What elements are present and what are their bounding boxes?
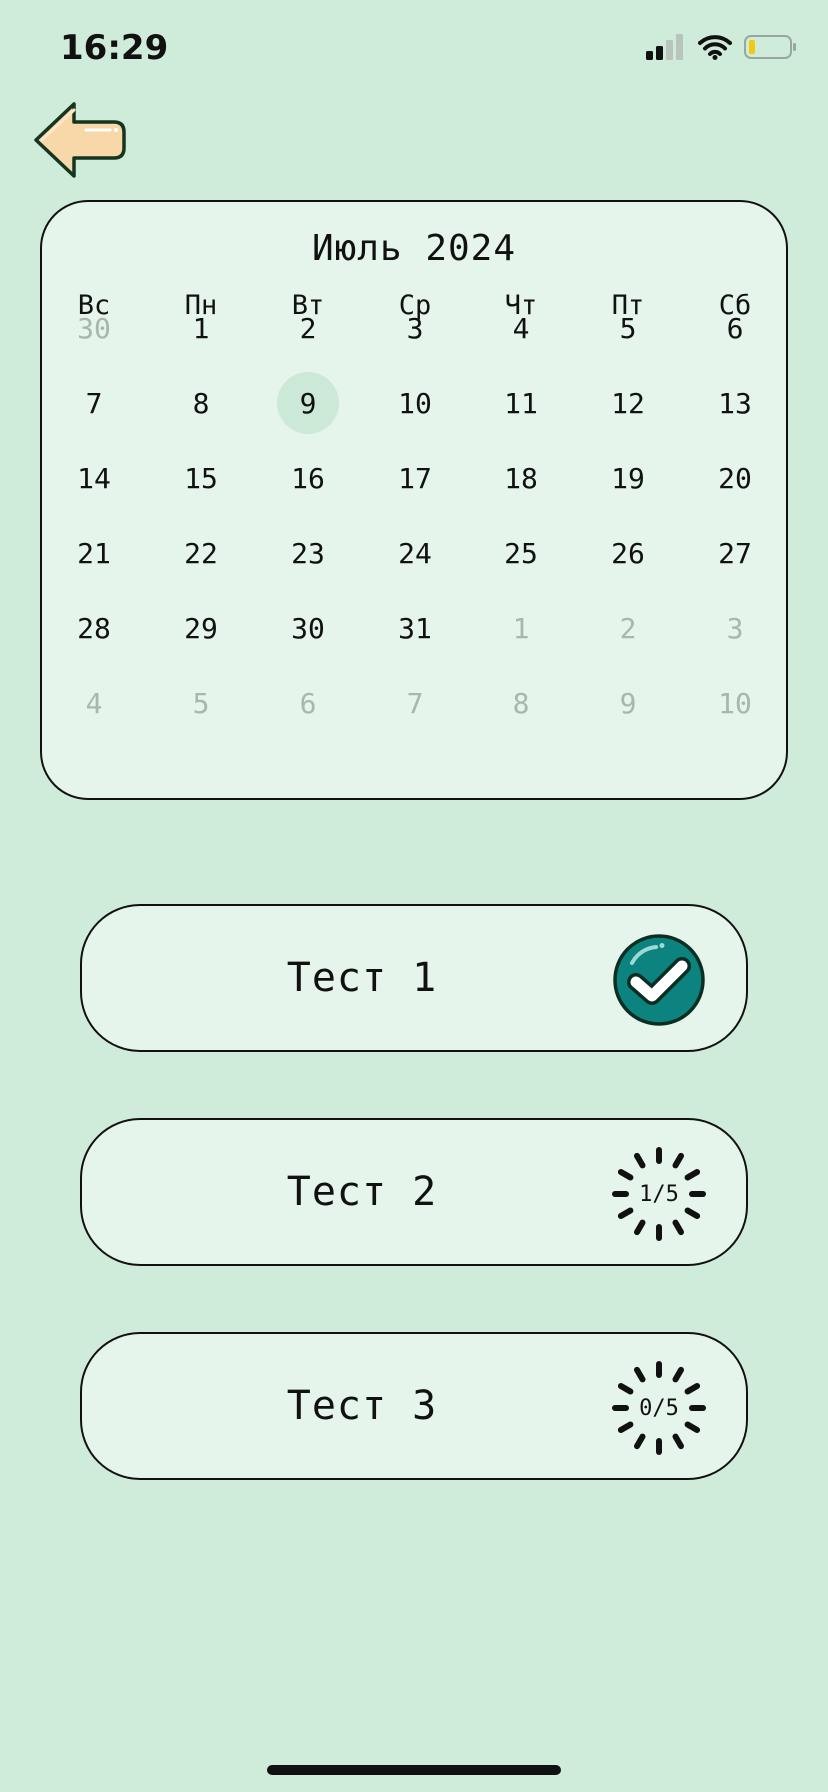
back-button[interactable] — [32, 100, 128, 180]
calendar-day[interactable]: 6 — [704, 297, 766, 359]
calendar-day[interactable]: 16 — [277, 447, 339, 509]
calendar-day[interactable]: 10 — [384, 372, 446, 434]
calendar-day[interactable]: 13 — [704, 372, 766, 434]
status-bar: 16:29 — [0, 0, 828, 100]
status-icons — [646, 34, 798, 60]
calendar-day[interactable]: 18 — [490, 447, 552, 509]
calendar-day-outside-month[interactable]: 4 — [63, 672, 125, 734]
battery-icon — [744, 35, 796, 59]
calendar-day-selected[interactable]: 9 — [277, 372, 339, 434]
calendar-day[interactable]: 27 — [704, 522, 766, 584]
back-arrow-icon — [34, 102, 126, 178]
calendar-day[interactable]: 20 — [704, 447, 766, 509]
test-label: Тест 2 — [286, 1169, 438, 1215]
calendar-day-outside-month[interactable]: 9 — [597, 672, 659, 734]
calendar-day[interactable]: 3 — [384, 297, 446, 359]
calendar-day[interactable]: 25 — [490, 522, 552, 584]
calendar-day[interactable]: 22 — [170, 522, 232, 584]
calendar-day-outside-month[interactable]: 6 — [277, 672, 339, 734]
calendar-day[interactable]: 11 — [490, 372, 552, 434]
test-progress: 1/5 — [639, 1181, 679, 1207]
calendar-day-outside-month[interactable]: 3 — [704, 597, 766, 659]
calendar-day-outside-month[interactable]: 30 — [63, 297, 125, 359]
calendar-day-outside-month[interactable]: 1 — [490, 597, 552, 659]
calendar-day-outside-month[interactable]: 2 — [597, 597, 659, 659]
calendar-day[interactable]: 2 — [277, 297, 339, 359]
home-indicator — [267, 1765, 561, 1775]
calendar-day[interactable]: 14 — [63, 447, 125, 509]
calendar-day[interactable]: 5 — [597, 297, 659, 359]
test-status — [612, 933, 706, 1027]
calendar-day[interactable]: 12 — [597, 372, 659, 434]
wifi-icon — [698, 35, 732, 60]
calendar-day[interactable]: 30 — [277, 597, 339, 659]
calendar-day-outside-month[interactable]: 10 — [704, 672, 766, 734]
status-time: 16:29 — [60, 28, 169, 68]
calendar-day[interactable]: 29 — [170, 597, 232, 659]
calendar: Июль 2024 Вс Пн Вт Ср Чт Пт Сб 30 1 2 3 4 5 6 7 8 9 10 11… — [40, 200, 788, 800]
calendar-day[interactable]: 4 — [490, 297, 552, 359]
check-icon — [613, 934, 705, 1026]
test-card-1[interactable]: Тест 1 — [80, 904, 748, 1052]
calendar-day[interactable]: 24 — [384, 522, 446, 584]
calendar-day[interactable]: 26 — [597, 522, 659, 584]
calendar-day[interactable]: 15 — [170, 447, 232, 509]
calendar-day-outside-month[interactable]: 5 — [170, 672, 232, 734]
cellular-signal-icon — [646, 34, 683, 60]
test-card-3[interactable]: Тест 3 0/5 — [80, 1332, 748, 1480]
calendar-day[interactable]: 19 — [597, 447, 659, 509]
calendar-day[interactable]: 23 — [277, 522, 339, 584]
calendar-day[interactable]: 1 — [170, 297, 232, 359]
test-status: 0/5 — [612, 1361, 706, 1455]
calendar-day[interactable]: 17 — [384, 447, 446, 509]
calendar-day[interactable]: 7 — [63, 372, 125, 434]
test-card-2[interactable]: Тест 2 1/5 — [80, 1118, 748, 1266]
test-status: 1/5 — [612, 1147, 706, 1241]
calendar-month-title: Июль 2024 — [311, 228, 517, 269]
test-label: Тест 1 — [286, 955, 438, 1001]
calendar-day[interactable]: 8 — [170, 372, 232, 434]
calendar-day-outside-month[interactable]: 8 — [490, 672, 552, 734]
test-label: Тест 3 — [286, 1383, 438, 1429]
calendar-day-outside-month[interactable]: 7 — [384, 672, 446, 734]
calendar-day[interactable]: 21 — [63, 522, 125, 584]
calendar-day[interactable]: 28 — [63, 597, 125, 659]
calendar-day[interactable]: 31 — [384, 597, 446, 659]
test-progress: 0/5 — [639, 1395, 679, 1421]
